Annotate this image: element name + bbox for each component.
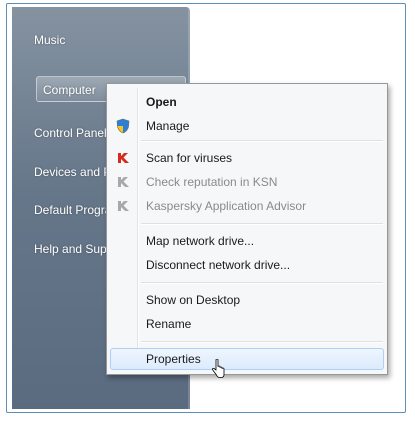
kaspersky-icon — [115, 150, 131, 166]
kaspersky-advisor-icon — [115, 198, 131, 214]
menu-item-scan-for-viruses[interactable]: Scan for viruses — [146, 150, 232, 166]
menu-separator — [141, 223, 383, 225]
menu-item-rename[interactable]: Rename — [146, 316, 191, 332]
menu-item-open[interactable]: Open — [146, 94, 177, 110]
menu-item-check-reputation: Check reputation in KSN — [146, 175, 278, 189]
menu-item-show-on-desktop[interactable]: Show on Desktop — [146, 292, 240, 308]
menu-separator — [141, 282, 383, 284]
menu-item-manage[interactable]: Manage — [146, 118, 189, 134]
menu-item-disconnect-network-drive[interactable]: Disconnect network drive... — [146, 257, 290, 273]
menu-separator — [141, 140, 383, 142]
menu-item-map-network-drive[interactable]: Map network drive... — [146, 233, 254, 249]
shield-icon — [115, 118, 131, 134]
menu-item-kaspersky-advisor: Kaspersky Application Advisor — [146, 199, 307, 213]
mouse-pointer-icon — [212, 359, 225, 378]
kaspersky-ksn-icon — [115, 174, 131, 190]
menu-item-properties[interactable]: Properties — [146, 351, 201, 367]
start-item-music[interactable]: Music — [34, 31, 184, 49]
context-menu: Open Manage Scan for viruses Check reput… — [106, 83, 388, 375]
menu-separator — [141, 341, 383, 343]
